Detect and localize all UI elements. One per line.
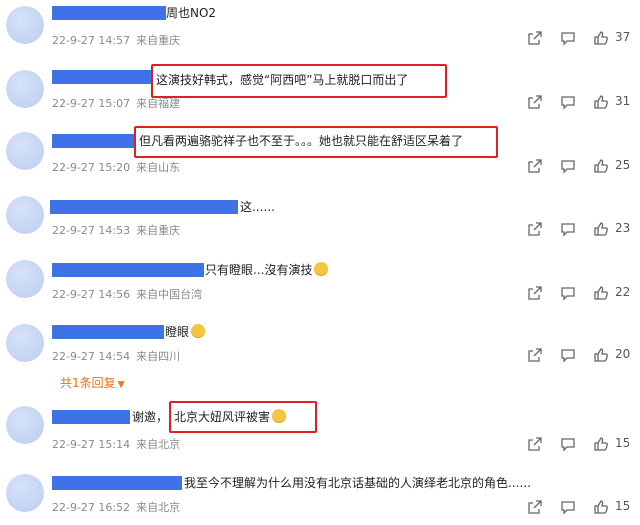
username-redacted[interactable]: [52, 70, 152, 84]
thumbs-up-icon[interactable]: [593, 221, 609, 237]
avatar[interactable]: [6, 70, 44, 108]
avatar[interactable]: [6, 132, 44, 170]
username-redacted[interactable]: [52, 263, 204, 277]
comment-icon[interactable]: [560, 221, 576, 237]
comment-icon[interactable]: [560, 158, 576, 174]
like-count: 15: [615, 499, 631, 513]
comment-icon[interactable]: [560, 436, 576, 452]
comment-time: 22-9-27 16:52: [52, 501, 131, 514]
comment-time: 22-9-27 15:14: [52, 438, 131, 451]
comment-text: 谢邀，: [132, 410, 169, 424]
thumbs-up-icon[interactable]: [593, 436, 609, 452]
comment-item: 只有瞪眼...沒有演技 22-9-27 14:56 来自中国台湾 22: [0, 254, 640, 316]
emoji-icon: [272, 409, 287, 423]
avatar[interactable]: [6, 196, 44, 234]
username-redacted[interactable]: [52, 134, 136, 148]
share-icon[interactable]: [527, 221, 543, 237]
share-icon[interactable]: [527, 30, 543, 46]
comment-location: 来自福建: [136, 97, 181, 110]
comment-text-body: 只有瞪眼...沒有演技: [205, 263, 313, 277]
comment-item: 这演技好韩式，感觉“阿西吧”马上就脱口而出了 22-9-27 15:07 来自福建…: [0, 62, 640, 124]
share-icon[interactable]: [527, 94, 543, 110]
thumbs-up-icon[interactable]: [593, 347, 609, 363]
chevron-down-icon: ▼: [117, 380, 125, 390]
like-count: 20: [615, 347, 631, 361]
share-icon[interactable]: [527, 499, 543, 515]
comment-text: 但凡看两遍骆驼祥子也不至于。。。她也就只能在舒适区呆着了: [139, 134, 464, 148]
avatar[interactable]: [6, 260, 44, 298]
comment-location: 来自重庆: [136, 34, 181, 47]
comment-text: 只有瞪眼...沒有演技: [205, 262, 329, 278]
emoji-icon: [191, 324, 206, 338]
comment-time: 22-9-27 14:57: [52, 34, 131, 47]
share-icon[interactable]: [527, 285, 543, 301]
comment-item: 但凡看两遍骆驼祥子也不至于。。。她也就只能在舒适区呆着了 22-9-27 15:…: [0, 124, 640, 186]
comment-highlight-text: 北京大妞风评被害: [174, 409, 287, 425]
comment-time: 22-9-27 14:56: [52, 288, 131, 301]
comment-icon[interactable]: [560, 30, 576, 46]
comment-item: 瞪眼 22-9-27 14:54 来自四川 20 共1条回复 ▼: [0, 318, 640, 396]
avatar[interactable]: [6, 406, 44, 444]
comment-meta: 22-9-27 14:54 来自四川: [52, 348, 180, 364]
avatar[interactable]: [6, 6, 44, 44]
comment-text-body: 瞪眼: [165, 325, 190, 339]
like-count: 23: [615, 221, 631, 235]
username-redacted[interactable]: [52, 476, 182, 490]
comment-location: 来自中国台湾: [136, 288, 203, 301]
comment-text: 这......: [240, 200, 275, 214]
avatar[interactable]: [6, 324, 44, 362]
like-count: 31: [615, 94, 631, 108]
avatar[interactable]: [6, 474, 44, 512]
like-count: 37: [615, 30, 631, 44]
comment-item: 我至今不理解为什么用没有北京话基础的人演绎老北京的角色...... 22-9-2…: [0, 466, 640, 525]
username-redacted[interactable]: [52, 6, 166, 20]
comment-meta: 22-9-27 14:56 来自中国台湾: [52, 286, 202, 302]
share-icon[interactable]: [527, 436, 543, 452]
reply-count: 共1条回复: [60, 376, 116, 390]
comment-text: 周也NO2: [166, 6, 217, 20]
comment-text-body: 北京大妞风评被害: [174, 410, 271, 424]
comment-time: 22-9-27 14:54: [52, 350, 131, 363]
like-count: 22: [615, 285, 631, 299]
thumbs-up-icon[interactable]: [593, 30, 609, 46]
comment-location: 来自北京: [136, 501, 181, 514]
comment-text: 我至今不理解为什么用没有北京话基础的人演绎老北京的角色......: [184, 476, 531, 490]
comment-text: 瞪眼: [165, 324, 206, 340]
comment-location: 来自山东: [136, 161, 181, 174]
comment-icon[interactable]: [560, 347, 576, 363]
comment-meta: 22-9-27 15:14 来自北京: [52, 436, 180, 452]
comment-meta: 22-9-27 16:52 来自北京: [52, 499, 180, 515]
share-icon[interactable]: [527, 347, 543, 363]
comment-location: 来自北京: [136, 438, 181, 451]
like-count: 15: [615, 436, 631, 450]
thumbs-up-icon[interactable]: [593, 94, 609, 110]
thumbs-up-icon[interactable]: [593, 285, 609, 301]
view-replies-link[interactable]: 共1条回复 ▼: [60, 374, 125, 391]
username-redacted[interactable]: [52, 325, 164, 339]
share-icon[interactable]: [527, 158, 543, 174]
comment-text: 这演技好韩式，感觉“阿西吧”马上就脱口而出了: [156, 73, 409, 87]
comment-time: 22-9-27 15:07: [52, 97, 131, 110]
username-redacted[interactable]: [52, 410, 130, 424]
like-count: 25: [615, 158, 631, 172]
comment-meta: 22-9-27 14:53 来自重庆: [52, 222, 180, 238]
comment-location: 来自重庆: [136, 224, 181, 237]
comment-icon[interactable]: [560, 94, 576, 110]
comment-icon[interactable]: [560, 499, 576, 515]
comment-icon[interactable]: [560, 285, 576, 301]
comment-meta: 22-9-27 15:20 来自山东: [52, 159, 180, 175]
thumbs-up-icon[interactable]: [593, 158, 609, 174]
emoji-icon: [314, 262, 329, 276]
comment-item: 周也NO2 22-9-27 14:57 来自重庆 37: [0, 0, 640, 60]
comment-meta: 22-9-27 14:57 来自重庆: [52, 32, 180, 48]
username-redacted[interactable]: [50, 200, 238, 214]
comment-time: 22-9-27 14:53: [52, 224, 131, 237]
comment-time: 22-9-27 15:20: [52, 161, 131, 174]
comment-meta: 22-9-27 15:07 来自福建: [52, 95, 180, 111]
comment-item: 这...... 22-9-27 14:53 来自重庆 23: [0, 190, 640, 252]
comment-item: 谢邀， 北京大妞风评被害 22-9-27 15:14 来自北京 15: [0, 398, 640, 462]
comment-location: 来自四川: [136, 350, 181, 363]
thumbs-up-icon[interactable]: [593, 499, 609, 515]
